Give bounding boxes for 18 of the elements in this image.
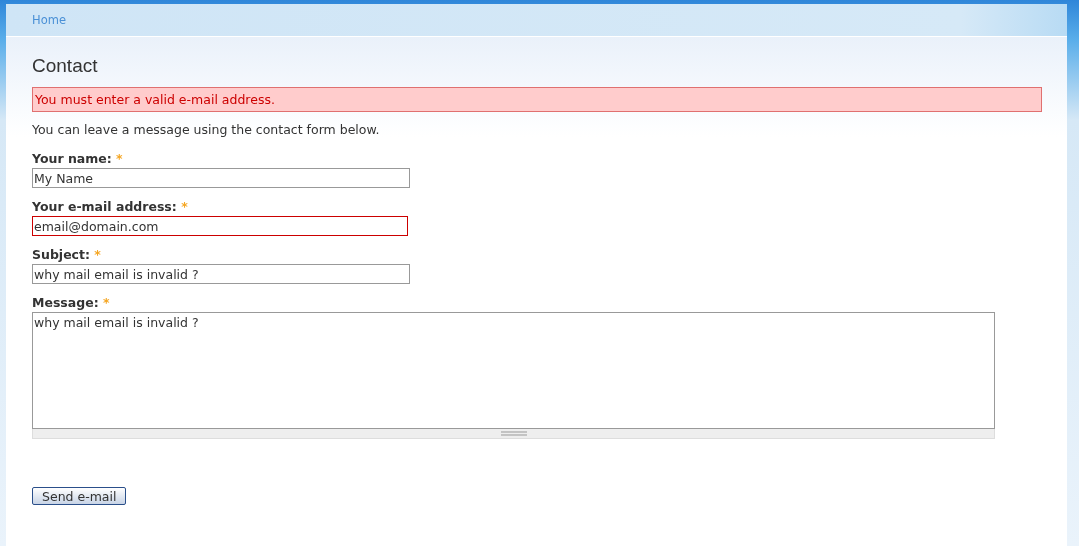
- required-mark: *: [94, 247, 101, 262]
- error-message: You must enter a valid e-mail address.: [32, 87, 1042, 112]
- field-label: Your name:: [32, 151, 112, 166]
- page-title: Contact: [32, 55, 99, 77]
- intro-text: You can leave a message using the contact form below.: [32, 122, 381, 137]
- message-field[interactable]: why mail email is invalid ?: [32, 312, 995, 429]
- required-mark: *: [103, 295, 110, 310]
- required-mark: *: [116, 151, 123, 166]
- field-label: Message:: [32, 295, 99, 310]
- input-field[interactable]: why mail email is invalid ?: [32, 264, 410, 284]
- field-label: Subject:: [32, 247, 90, 262]
- input-field[interactable]: My Name: [32, 168, 410, 188]
- grip-icon: [500, 431, 527, 436]
- input-field[interactable]: email@domain.com: [32, 216, 408, 236]
- resize-grip[interactable]: [32, 429, 995, 439]
- required-mark: *: [181, 199, 188, 214]
- send-button[interactable]: Send e-mail: [32, 487, 127, 505]
- field-label: Your e-mail address:: [32, 199, 177, 214]
